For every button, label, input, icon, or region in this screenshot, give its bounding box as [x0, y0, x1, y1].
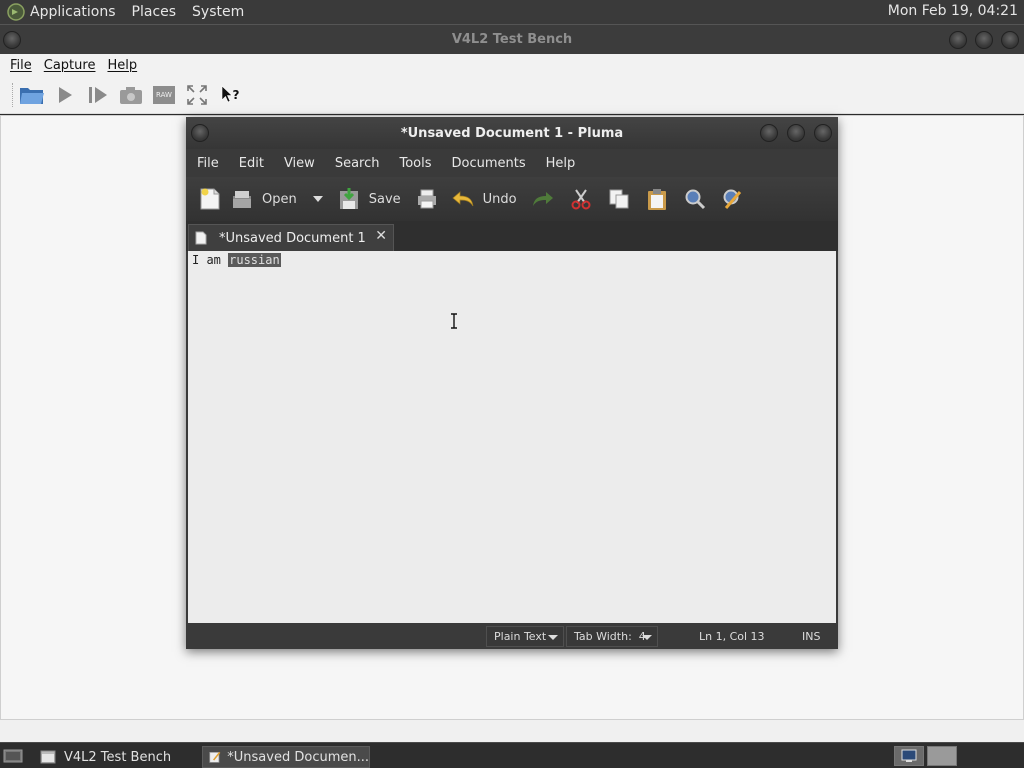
open-button[interactable]: Open [262, 192, 297, 207]
v4l2-menu-capture[interactable]: Capture [44, 58, 96, 73]
v4l2-titlebar[interactable]: V4L2 Test Bench [0, 24, 1024, 54]
open-recent-dropdown-icon[interactable] [311, 187, 325, 211]
show-desktop-icon[interactable] [3, 748, 23, 768]
taskbar-v4l2-label: V4L2 Test Bench [64, 749, 172, 765]
workspace-monitor-icon [901, 749, 917, 762]
pluma-titlebar[interactable]: *Unsaved Document 1 - Pluma [186, 117, 838, 149]
find-replace-icon[interactable] [721, 187, 745, 211]
pluma-maximize-button[interactable] [787, 124, 805, 142]
pluma-menu-file[interactable]: File [197, 156, 219, 171]
step-icon[interactable] [85, 82, 111, 108]
document-icon [195, 231, 207, 245]
taskbar-pluma[interactable]: *Unsaved Documen... [202, 746, 370, 768]
language-selector[interactable]: Plain Text [486, 626, 564, 647]
pluma-statusbar: Plain Text Tab Width: 4 Ln 1, Col 13 INS [186, 623, 838, 649]
chevron-down-icon [548, 635, 558, 640]
desktop: Applications Places System Mon Feb 19, 0… [0, 0, 1024, 768]
v4l2-window-title: V4L2 Test Bench [451, 32, 573, 47]
bottom-panel: V4L2 Test Bench *Unsaved Documen... [0, 742, 1024, 768]
print-icon[interactable] [415, 187, 439, 211]
places-menu[interactable]: Places [132, 4, 177, 20]
chevron-down-icon [642, 635, 652, 640]
taskbar-pluma-label: *Unsaved Documen... [227, 749, 369, 765]
v4l2-menu-help[interactable]: Help [107, 58, 137, 73]
cut-icon[interactable] [569, 187, 593, 211]
ibeam-cursor-icon [451, 313, 457, 329]
raw-icon-label: RAW [156, 91, 172, 99]
top-panel: Applications Places System Mon Feb 19, 0… [0, 0, 1024, 24]
paste-icon[interactable] [645, 187, 669, 211]
v4l2-close-button[interactable] [1001, 31, 1019, 49]
tab-label: *Unsaved Document 1 [219, 230, 366, 246]
fullscreen-icon[interactable] [184, 82, 210, 108]
new-document-icon[interactable] [198, 187, 222, 211]
pluma-menubar: File Edit View Search Tools Documents He… [186, 149, 838, 177]
undo-button[interactable]: Undo [483, 192, 517, 207]
tab-unsaved-document-1[interactable]: *Unsaved Document 1 ✕ [188, 224, 394, 251]
v4l2-menu-file[interactable]: File [10, 58, 32, 73]
undo-icon[interactable] [451, 187, 475, 211]
tab-width-label: Tab Width: 4 [574, 630, 646, 643]
cursor-position: Ln 1, Col 13 [699, 630, 765, 643]
v4l2-minimize-button[interactable] [949, 31, 967, 49]
play-icon[interactable] [52, 82, 78, 108]
workspace-2[interactable] [927, 746, 957, 766]
raw-icon[interactable]: RAW [151, 82, 177, 108]
pluma-menu-view[interactable]: View [284, 156, 315, 171]
pluma-toolbar: Open Save Undo [186, 177, 838, 221]
toolbar-handle [12, 82, 15, 107]
tab-close-icon[interactable]: ✕ [375, 228, 387, 244]
pluma-menu-tools[interactable]: Tools [399, 156, 431, 171]
editor-line-1: I am russian [192, 253, 281, 267]
find-icon[interactable] [683, 187, 707, 211]
clock[interactable]: Mon Feb 19, 04:21 [888, 3, 1018, 19]
open-file-icon[interactable] [230, 187, 254, 211]
tab-width-selector[interactable]: Tab Width: 4 [566, 626, 658, 647]
redo-icon[interactable] [531, 187, 555, 211]
pluma-close-button[interactable] [814, 124, 832, 142]
language-label: Plain Text [494, 630, 547, 643]
svg-text:?: ? [233, 88, 240, 102]
taskbar-v4l2-test-bench[interactable]: V4L2 Test Bench [34, 746, 198, 768]
applications-menu[interactable]: Applications [30, 4, 116, 20]
v4l2-window-menu-button[interactable] [3, 31, 21, 49]
text-editor[interactable]: I am russian [188, 251, 836, 623]
whats-this-icon[interactable]: ? [217, 82, 243, 108]
v4l2-menubar: File Capture Help [0, 54, 1024, 76]
selected-text: russian [228, 253, 281, 267]
workspace-1[interactable] [894, 746, 924, 766]
editor-text: I am [192, 253, 229, 267]
pluma-window-menu-button[interactable] [191, 124, 209, 142]
save-icon[interactable] [337, 187, 361, 211]
pluma-tabbar: *Unsaved Document 1 ✕ [186, 221, 838, 251]
v4l2-statusbar [0, 720, 1024, 742]
system-menu[interactable]: System [192, 4, 244, 20]
pluma-menu-help[interactable]: Help [546, 156, 576, 171]
pluma-minimize-button[interactable] [760, 124, 778, 142]
pluma-window-title: *Unsaved Document 1 - Pluma [400, 125, 624, 141]
pluma-menu-edit[interactable]: Edit [239, 156, 264, 171]
snapshot-camera-icon[interactable] [118, 82, 144, 108]
v4l2-maximize-button[interactable] [975, 31, 993, 49]
insert-mode: INS [802, 630, 821, 643]
mate-logo-icon[interactable] [6, 2, 26, 22]
copy-icon[interactable] [607, 187, 631, 211]
v4l2-toolbar: RAW ? [0, 76, 1024, 114]
pluma-menu-documents[interactable]: Documents [452, 156, 526, 171]
text-editor-icon [209, 751, 221, 763]
open-folder-icon[interactable] [19, 82, 45, 108]
pluma-menu-search[interactable]: Search [335, 156, 380, 171]
window-icon [40, 750, 56, 764]
pluma-window: *Unsaved Document 1 - Pluma File Edit Vi… [186, 117, 838, 649]
save-button[interactable]: Save [369, 192, 401, 207]
